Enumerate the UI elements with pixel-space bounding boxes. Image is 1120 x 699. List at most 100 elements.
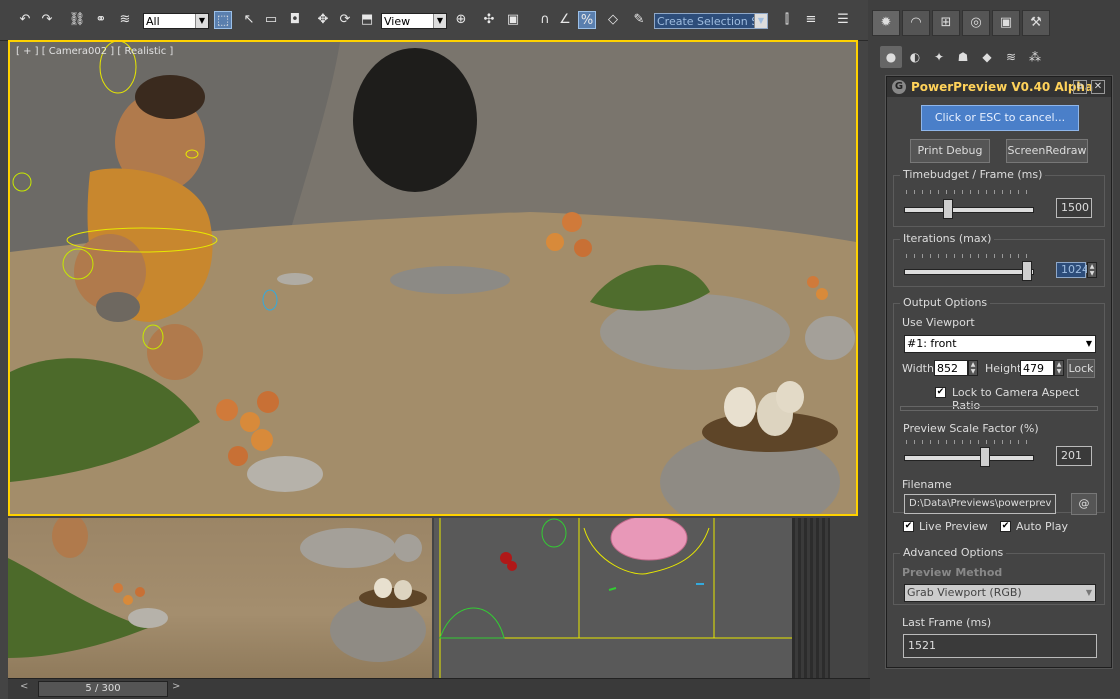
advanced-options-title: Advanced Options — [900, 546, 1007, 559]
width-input[interactable]: 852 — [934, 360, 968, 376]
helpers-icon[interactable]: ◆ — [976, 46, 998, 68]
spinner-snap-icon[interactable]: ◇ — [604, 11, 622, 29]
width-spinner[interactable]: ▲ ▼ — [968, 360, 978, 376]
keyboard-shortcut-icon[interactable]: ▣ — [504, 11, 522, 29]
viewport-front-wireframe[interactable] — [434, 518, 792, 678]
timebudget-slider-thumb[interactable] — [943, 199, 953, 219]
preview-method-dropdown[interactable]: Grab Viewport (RGB) ▼ — [904, 584, 1096, 602]
filename-input[interactable]: D:\Data\Previews\powerprev — [904, 494, 1056, 514]
dialog-title: PowerPreview V0.40 Alpha — [911, 80, 1094, 94]
link-icon[interactable]: ⛓ — [68, 11, 86, 29]
space-warps-icon[interactable]: ≋ — [1000, 46, 1022, 68]
timebudget-ticks — [906, 190, 1034, 194]
redo-icon[interactable]: ↷ — [38, 11, 56, 29]
advanced-options-group: Advanced Options Preview Method Grab Vie… — [893, 546, 1105, 605]
height-spinner[interactable]: ▲ ▼ — [1054, 360, 1064, 376]
last-frame-title: Last Frame (ms) — [902, 616, 992, 629]
bind-space-warp-icon[interactable]: ≋ — [116, 11, 134, 29]
preview-scale-ticks — [906, 440, 1034, 444]
chevron-down-icon: ▼ — [754, 14, 767, 28]
create-tab-icon[interactable]: ✹ — [872, 10, 900, 36]
edit-named-selection-icon[interactable]: ✎ — [630, 11, 648, 29]
utilities-tab-icon[interactable]: ⚒ — [1022, 10, 1050, 36]
auto-play-checkbox[interactable]: ✔ — [1000, 521, 1011, 532]
preview-scale-slider-thumb[interactable] — [980, 447, 990, 467]
display-tab-icon[interactable]: ▣ — [992, 10, 1020, 36]
unlink-icon[interactable]: ⚭ — [92, 11, 110, 29]
height-input[interactable]: 479 — [1020, 360, 1054, 376]
undo-icon[interactable]: ↶ — [16, 11, 34, 29]
preview-scale-value-field[interactable]: 201 — [1056, 446, 1092, 466]
cancel-button[interactable]: Click or ESC to cancel... — [921, 105, 1079, 131]
screen-redraw-button[interactable]: ScreenRedraw — [1006, 139, 1088, 163]
auto-play-label: Auto Play — [1016, 520, 1068, 533]
scale-icon[interactable]: ⬒ — [358, 11, 376, 29]
rect-selection-icon[interactable]: ▭ — [262, 11, 280, 29]
browse-filename-button[interactable]: @ — [1071, 493, 1097, 515]
layer-manager-icon[interactable]: ☰ — [834, 11, 852, 29]
filename-label: Filename — [902, 478, 952, 491]
reference-coord-value: View — [384, 15, 411, 28]
app-logo-icon: G — [892, 80, 906, 94]
live-preview-checkbox[interactable]: ✔ — [903, 521, 914, 532]
viewport-camera[interactable]: [ + ] [ Camera002 ] [ Realistic ] — [8, 40, 858, 516]
width-label: Width — [902, 362, 934, 375]
main-toolbar: ↶ ↷ ⛓ ⚭ ≋ All ▼ ⬚ ↖ ▭ ◘ ✥ ⟳ ⬒ View ▼ ⊕ ✣… — [0, 0, 868, 41]
next-frame-icon[interactable]: > — [172, 681, 180, 692]
lock-button[interactable]: Lock — [1067, 359, 1095, 378]
named-selection-placeholder: Create Selection Se — [657, 15, 765, 28]
use-viewport-label: Use Viewport — [902, 316, 975, 329]
select-by-name-icon[interactable]: ↖ — [240, 11, 258, 29]
modify-tab-icon[interactable]: ◠ — [902, 10, 930, 36]
cameras-icon[interactable]: ☗ — [952, 46, 974, 68]
hierarchy-tab-icon[interactable]: ⊞ — [932, 10, 960, 36]
iterations-value-field[interactable]: 1024 — [1056, 262, 1089, 278]
timebudget-slider-track[interactable] — [904, 207, 1034, 213]
use-viewport-dropdown[interactable]: #1: front ▼ — [904, 335, 1096, 353]
close-icon[interactable]: ✕ — [1091, 80, 1105, 94]
window-crossing-icon[interactable]: ◘ — [286, 11, 304, 29]
preview-scale-slider-track[interactable] — [904, 455, 1034, 461]
select-manipulate-icon[interactable]: ✣ — [480, 11, 498, 29]
pivot-center-icon[interactable]: ⊕ — [452, 11, 470, 29]
print-debug-button[interactable]: Print Debug — [910, 139, 990, 163]
timebudget-value-field[interactable]: 1500 — [1056, 198, 1092, 218]
viewport-bottom-left[interactable] — [8, 518, 432, 678]
dock-icon[interactable]: ⧉ — [1073, 80, 1087, 94]
percent-snap-icon[interactable]: % — [578, 11, 596, 29]
dialog-title-bar[interactable]: G PowerPreview V0.40 Alpha ⧉ ✕ — [887, 77, 1111, 97]
motion-tab-icon[interactable]: ◎ — [962, 10, 990, 36]
time-slider[interactable]: 5 / 300 — [38, 681, 168, 697]
angle-snap-icon[interactable]: ∠ — [556, 11, 574, 29]
output-options-title: Output Options — [900, 296, 991, 309]
move-icon[interactable]: ✥ — [314, 11, 332, 29]
shapes-icon[interactable]: ◐ — [904, 46, 926, 68]
select-object-icon[interactable]: ⬚ — [214, 11, 232, 29]
iterations-group: Iterations (max) 1024 ▲ ▼ — [893, 232, 1105, 287]
align-icon[interactable]: ≡ — [802, 11, 820, 29]
lights-icon[interactable]: ✦ — [928, 46, 950, 68]
chevron-down-icon: ▼ — [195, 14, 208, 28]
selection-filter-dropdown[interactable]: All ▼ — [143, 13, 209, 29]
systems-icon[interactable]: ⁂ — [1024, 46, 1046, 68]
preview-method-label: Preview Method — [902, 566, 1003, 579]
reference-coord-dropdown[interactable]: View ▼ — [381, 13, 447, 29]
scene-render-small — [8, 518, 427, 662]
viewport-edge-strip — [792, 518, 830, 678]
frame-counter: 5 / 300 — [85, 683, 121, 694]
timebudget-title: Timebudget / Frame (ms) — [900, 168, 1046, 181]
rotate-icon[interactable]: ⟳ — [336, 11, 354, 29]
snap-toggle-icon[interactable]: ∩ — [536, 11, 554, 29]
named-selection-dropdown[interactable]: Create Selection Se ▼ — [654, 13, 768, 29]
lock-aspect-checkbox[interactable]: ✔ — [935, 387, 946, 398]
mirror-icon[interactable]: ⫿ — [778, 11, 796, 29]
viewport-label[interactable]: [ + ] [ Camera002 ] [ Realistic ] — [16, 46, 173, 57]
iterations-slider-thumb[interactable] — [1022, 261, 1032, 281]
iterations-slider-track[interactable] — [904, 269, 1034, 275]
geometry-icon[interactable]: ● — [880, 46, 902, 68]
prev-frame-icon[interactable]: < — [20, 681, 28, 692]
height-label: Height — [985, 362, 1022, 375]
wireframe-render — [439, 518, 792, 678]
iterations-spinner[interactable]: ▲ ▼ — [1087, 262, 1097, 278]
timebudget-group: Timebudget / Frame (ms) 1500 — [893, 168, 1105, 227]
